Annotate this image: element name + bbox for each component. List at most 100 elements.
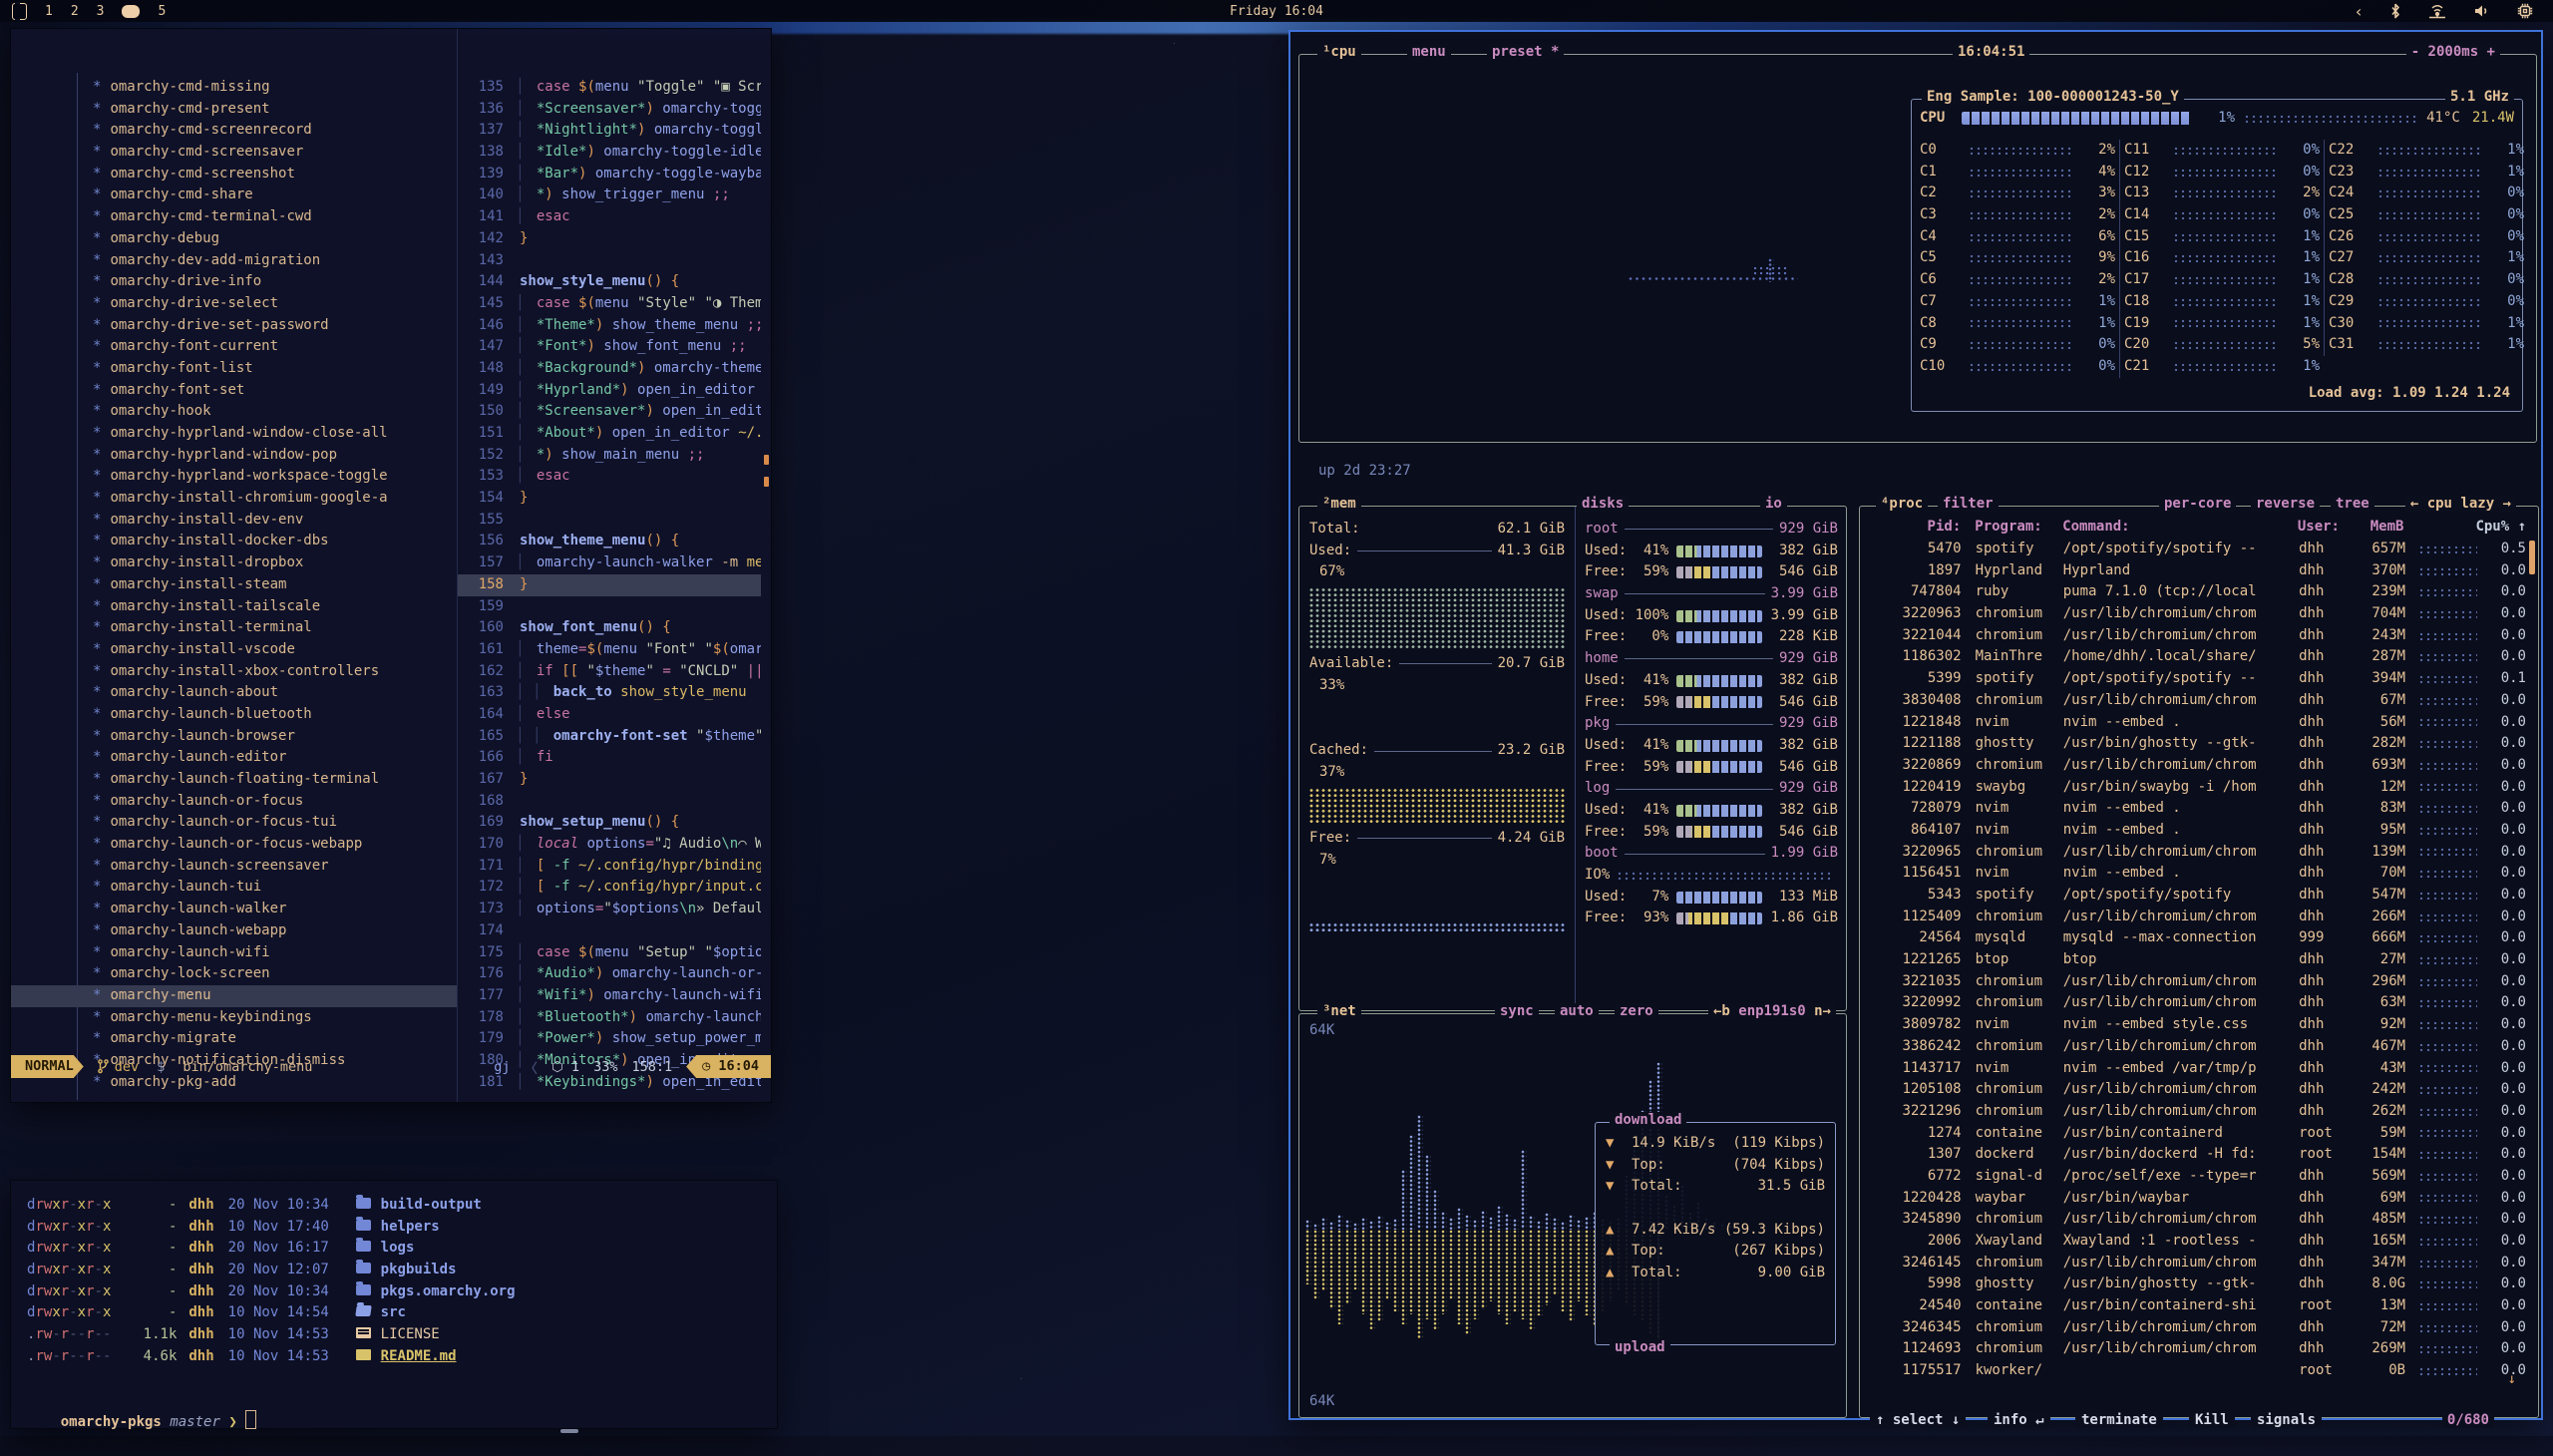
process-row[interactable]: 1205108chromium/usr/lib/chromium/chromdh…	[1864, 1079, 2526, 1101]
file-item[interactable]: *omarchy-hook	[11, 401, 457, 423]
process-row[interactable]: 3221296chromium/usr/lib/chromium/chromdh…	[1864, 1101, 2526, 1123]
process-row[interactable]: 3245890chromium/usr/lib/chromium/chromdh…	[1864, 1209, 2526, 1231]
process-row[interactable]: 2006XwaylandXwayland :1 -rootless -dhh16…	[1864, 1231, 2526, 1253]
proc-key-terminate[interactable]: terminate	[2075, 1412, 2163, 1428]
process-row[interactable]: 3830408chromium/usr/lib/chromium/chromdh…	[1864, 690, 2526, 712]
proc-key-kill[interactable]: Kill	[2189, 1412, 2235, 1428]
process-row[interactable]: 1220428waybar/usr/bin/waybardhh69M0.0	[1864, 1188, 2526, 1210]
proc-sort[interactable]: ← cpu lazy →	[2405, 496, 2516, 512]
process-row[interactable]: 1125409chromium/usr/lib/chromium/chromdh…	[1864, 907, 2526, 928]
file-item[interactable]: *omarchy-lock-screen	[11, 963, 457, 985]
process-row[interactable]: 1186302MainThre/home/dhh/.local/share/dh…	[1864, 646, 2526, 668]
process-row[interactable]: 1156451nvimnvim --embed .dhh70M0.0	[1864, 863, 2526, 885]
file-item[interactable]: *omarchy-drive-select	[11, 293, 457, 315]
net-sync[interactable]: sync	[1495, 1003, 1539, 1019]
bluetooth-icon[interactable]	[2389, 3, 2401, 19]
file-item[interactable]: *omarchy-install-dropbox	[11, 552, 457, 574]
tab-io[interactable]: io	[1760, 496, 1787, 512]
file-item[interactable]: *omarchy-install-dev-env	[11, 510, 457, 532]
network-icon[interactable]	[2427, 3, 2447, 19]
process-row[interactable]: 3220869chromium/usr/lib/chromium/chromdh…	[1864, 755, 2526, 777]
process-row[interactable]: 747804rubypuma 7.1.0 (tcp://localdhh239M…	[1864, 581, 2526, 603]
file-item[interactable]: *omarchy-launch-editor	[11, 747, 457, 769]
file-item[interactable]: *omarchy-menu-keybindings	[11, 1007, 457, 1029]
tab-menu[interactable]: menu	[1407, 44, 1451, 60]
process-row[interactable]: 1221265btopbtopdhh27M0.0	[1864, 949, 2526, 971]
workspace-1[interactable]: 1	[45, 4, 53, 19]
file-item[interactable]: *omarchy-install-xbox-controllers	[11, 661, 457, 683]
file-item[interactable]: *omarchy-menu	[11, 985, 457, 1007]
file-item[interactable]: *omarchy-cmd-screensaver	[11, 142, 457, 164]
proc-key-signals[interactable]: signals	[2251, 1412, 2322, 1428]
proc-key-select[interactable]: ↑ select ↓	[1870, 1412, 1966, 1428]
process-row[interactable]: 5470spotify/opt/spotify/spotify --dhh657…	[1864, 539, 2526, 560]
git-branch[interactable]: dev	[98, 1059, 139, 1075]
proc-tree[interactable]: tree	[2331, 496, 2374, 512]
process-row[interactable]: 1124693chromium/usr/lib/chromium/chromdh…	[1864, 1338, 2526, 1360]
file-item[interactable]: *omarchy-cmd-missing	[11, 77, 457, 99]
tab-preset[interactable]: preset *	[1487, 44, 1564, 60]
process-row[interactable]: 3220963chromium/usr/lib/chromium/chromdh…	[1864, 603, 2526, 625]
process-row[interactable]: 24540containe/usr/bin/containerd-shiroot…	[1864, 1295, 2526, 1317]
file-item[interactable]: *omarchy-cmd-terminal-cwd	[11, 206, 457, 228]
refresh-interval[interactable]: - 2000ms +	[2406, 44, 2500, 60]
proc-filter[interactable]: filter	[1938, 496, 1999, 512]
file-item[interactable]: *omarchy-cmd-screenrecord	[11, 120, 457, 142]
process-row[interactable]: 1307dockerd/usr/bin/dockerd -H fd:root15…	[1864, 1144, 2526, 1166]
cpu-icon[interactable]	[2517, 3, 2533, 19]
process-row[interactable]: 5998ghostty/usr/bin/ghostty --gtk-dhh8.0…	[1864, 1274, 2526, 1295]
workspace-active[interactable]	[122, 5, 140, 18]
file-item[interactable]: *omarchy-cmd-present	[11, 99, 457, 121]
process-row[interactable]: 3809782nvimnvim --embed style.cssdhh92M0…	[1864, 1014, 2526, 1036]
process-row[interactable]: 1221188ghostty/usr/bin/ghostty --gtk-dhh…	[1864, 733, 2526, 755]
process-row[interactable]: 1220419swaybg/usr/bin/swaybg -i /homdhh1…	[1864, 777, 2526, 799]
process-row[interactable]: 1175517kworker/root0B0.0	[1864, 1360, 2526, 1382]
net-auto[interactable]: auto	[1555, 1003, 1599, 1019]
file-item[interactable]: *omarchy-install-terminal	[11, 617, 457, 639]
volume-icon[interactable]	[2473, 3, 2491, 19]
process-row[interactable]: 3221044chromium/usr/lib/chromium/chromdh…	[1864, 625, 2526, 647]
chevron-left-icon[interactable]: ‹	[2354, 2, 2364, 21]
file-item[interactable]: *omarchy-font-list	[11, 358, 457, 380]
omarchy-logo-icon[interactable]	[12, 3, 27, 20]
tab-disks[interactable]: disks	[1577, 496, 1629, 512]
process-row[interactable]: 24564mysqldmysqld --max-connection999666…	[1864, 927, 2526, 949]
file-item[interactable]: *omarchy-launch-walker	[11, 899, 457, 920]
file-item[interactable]: *omarchy-debug	[11, 228, 457, 250]
process-row[interactable]: 3246145chromium/usr/lib/chromium/chromdh…	[1864, 1253, 2526, 1274]
process-row[interactable]: 5343spotify/opt/spotify/spotifydhh547M0.…	[1864, 885, 2526, 907]
process-row[interactable]: 6772signal-d/proc/self/exe --type=rdhh56…	[1864, 1166, 2526, 1188]
file-item[interactable]: *omarchy-launch-or-focus-tui	[11, 812, 457, 834]
file-item[interactable]: *omarchy-launch-browser	[11, 726, 457, 748]
workspace-3[interactable]: 3	[97, 4, 105, 19]
file-item[interactable]: *omarchy-install-steam	[11, 574, 457, 596]
process-row[interactable]: 1274containe/usr/bin/containerdroot59M0.…	[1864, 1123, 2526, 1145]
tab-proc[interactable]: ⁴proc	[1876, 496, 1928, 512]
tab-mem[interactable]: ²mem	[1317, 496, 1361, 512]
file-item[interactable]: *omarchy-launch-or-focus	[11, 791, 457, 813]
file-item[interactable]: *omarchy-launch-webapp	[11, 920, 457, 942]
proc-key-info[interactable]: info ↵	[1988, 1412, 2050, 1428]
net-interface[interactable]: ←b enp191s0 n→	[1708, 1003, 1836, 1019]
proc-per-core[interactable]: per-core	[2159, 496, 2236, 512]
file-item[interactable]: *omarchy-launch-wifi	[11, 942, 457, 964]
process-row[interactable]: 728079nvimnvim --embed .dhh83M0.0	[1864, 798, 2526, 820]
file-item[interactable]: *omarchy-migrate	[11, 1028, 457, 1050]
file-item[interactable]: *omarchy-launch-bluetooth	[11, 704, 457, 726]
tab-cpu[interactable]: ¹cpu	[1317, 44, 1361, 60]
proc-scrollbar-thumb[interactable]	[2529, 541, 2535, 574]
proc-reverse[interactable]: reverse	[2251, 496, 2320, 512]
file-item[interactable]: *omarchy-cmd-screenshot	[11, 164, 457, 185]
shell-prompt[interactable]: omarchy-pkgs master ❯	[27, 1389, 777, 1411]
workspace-2[interactable]: 2	[71, 4, 79, 19]
process-row[interactable]: 3220965chromium/usr/lib/chromium/chromdh…	[1864, 842, 2526, 864]
file-item[interactable]: *omarchy-install-chromium-google-a	[11, 488, 457, 510]
file-item[interactable]: *omarchy-drive-info	[11, 271, 457, 293]
file-item[interactable]: *omarchy-drive-set-password	[11, 315, 457, 337]
file-item[interactable]: *omarchy-launch-floating-terminal	[11, 769, 457, 791]
file-item[interactable]: *omarchy-install-tailscale	[11, 596, 457, 618]
process-row[interactable]: 5399spotify/opt/spotify/spotify --dhh394…	[1864, 668, 2526, 690]
file-item[interactable]: *omarchy-cmd-share	[11, 184, 457, 206]
process-row[interactable]: 1221848nvimnvim --embed .dhh56M0.0	[1864, 712, 2526, 734]
file-item[interactable]: *omarchy-hyprland-window-pop	[11, 445, 457, 467]
